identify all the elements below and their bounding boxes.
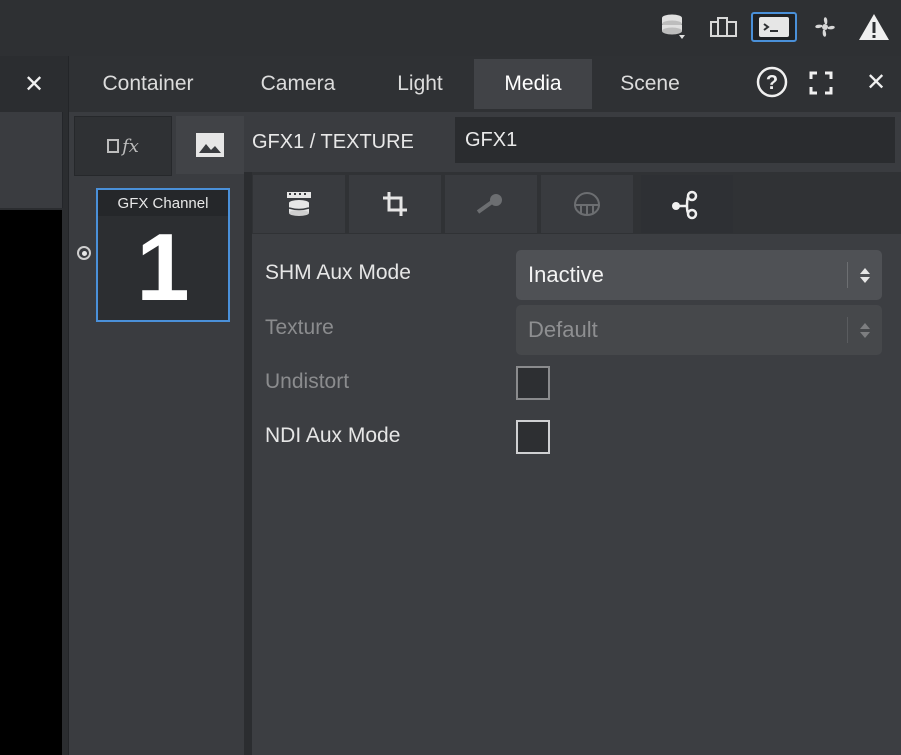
tab-container[interactable]: Container bbox=[80, 59, 216, 109]
breadcrumb: GFX1 / TEXTURE bbox=[252, 130, 414, 153]
spinner-arrows-icon bbox=[858, 260, 872, 290]
ndi-aux-mode-checkbox[interactable] bbox=[516, 420, 550, 454]
undistort-checkbox bbox=[516, 366, 550, 400]
shm-aux-mode-select[interactable]: Inactive bbox=[516, 250, 882, 300]
film-fx-icon bbox=[107, 139, 120, 153]
close-icon[interactable]: ✕ bbox=[862, 68, 890, 96]
share-nodes-icon[interactable] bbox=[641, 175, 733, 233]
ndi-aux-mode-label: NDI Aux Mode bbox=[265, 424, 401, 447]
maximize-icon[interactable] bbox=[808, 70, 834, 96]
image-icon bbox=[196, 133, 224, 157]
spinner-arrows-icon bbox=[858, 315, 872, 345]
tab-scene[interactable]: Scene bbox=[600, 59, 700, 109]
fx-tab[interactable]: fx bbox=[74, 116, 172, 176]
select-divider bbox=[847, 317, 848, 343]
texture-select: Default bbox=[516, 305, 882, 355]
warning-icon[interactable] bbox=[855, 12, 893, 42]
fan-icon[interactable] bbox=[808, 12, 842, 42]
channel-number: 1 bbox=[136, 214, 190, 321]
panel-divider bbox=[244, 172, 252, 755]
channel-radio[interactable] bbox=[77, 246, 91, 260]
database-icon[interactable] bbox=[656, 12, 690, 42]
name-field[interactable]: GFX1 bbox=[455, 117, 895, 163]
image-tab[interactable] bbox=[176, 116, 244, 174]
key-icon bbox=[445, 175, 537, 233]
fx-label: fx bbox=[122, 135, 139, 157]
svg-text:?: ? bbox=[766, 72, 778, 94]
crop-icon[interactable] bbox=[349, 175, 441, 233]
tab-camera[interactable]: Camera bbox=[238, 59, 358, 109]
film-stack-icon[interactable] bbox=[253, 175, 345, 233]
left-panel-header bbox=[0, 112, 63, 208]
shm-aux-mode-value: Inactive bbox=[528, 262, 604, 287]
texture-value: Default bbox=[528, 317, 598, 342]
tab-light[interactable]: Light bbox=[378, 59, 462, 109]
texture-label: Texture bbox=[265, 316, 334, 339]
status-toolbar bbox=[0, 0, 901, 56]
dome-icon bbox=[541, 175, 633, 233]
select-divider bbox=[847, 262, 848, 288]
rack-icon[interactable] bbox=[706, 12, 742, 42]
close-icon[interactable]: ✕ bbox=[20, 70, 48, 98]
shm-aux-mode-label: SHM Aux Mode bbox=[265, 261, 411, 284]
undistort-label: Undistort bbox=[265, 370, 350, 393]
help-icon[interactable]: ? bbox=[756, 66, 788, 98]
tab-media[interactable]: Media bbox=[474, 59, 592, 109]
terminal-icon[interactable] bbox=[751, 12, 797, 42]
left-viewport bbox=[0, 210, 62, 755]
